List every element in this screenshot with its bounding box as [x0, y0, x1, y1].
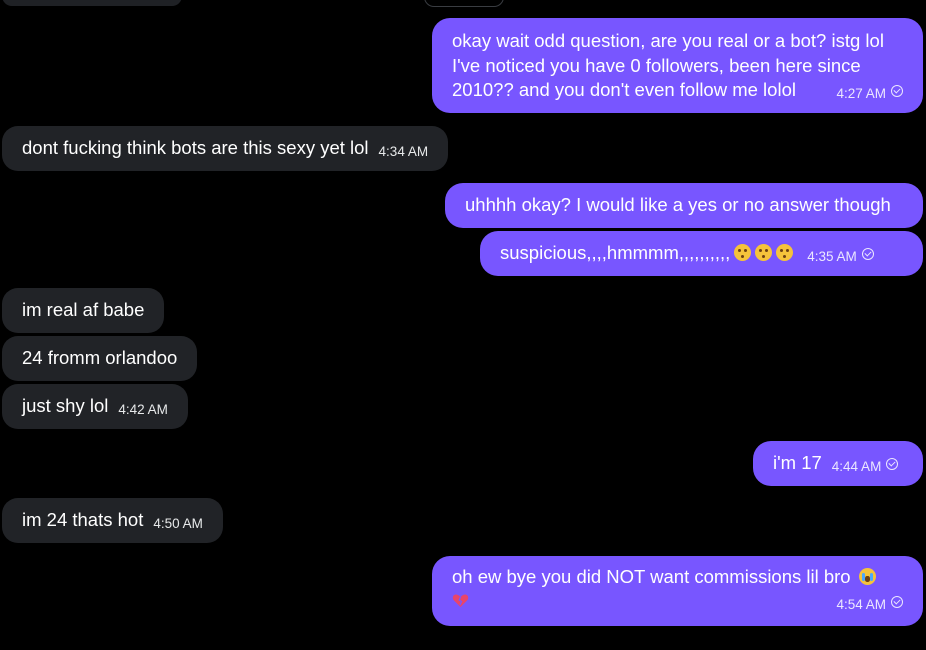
message-text: suspicious,,,,hmmmm,,,,,,,,,, [500, 242, 731, 263]
message-timestamp: 4:44 AM [831, 459, 882, 474]
partial-date-pill [424, 0, 504, 7]
message-outgoing[interactable]: i'm 17 4:44 AM [753, 441, 923, 486]
partial-incoming-bubble [2, 0, 182, 6]
thinking-face-icon [734, 244, 752, 261]
message-text-line: 2010?? and you don't even follow me lolo… [452, 78, 903, 103]
message-text: just shy lol [22, 395, 109, 416]
message-timestamp: 4:42 AM [118, 402, 168, 417]
message-incoming[interactable]: 24 fromm orlandoo [2, 336, 198, 381]
read-receipt-icon [891, 596, 903, 608]
message-incoming[interactable]: im real af babe [2, 288, 165, 333]
read-receipt-icon [891, 85, 903, 97]
message-text: dont fucking think bots are this sexy ye… [22, 137, 369, 158]
message-timestamp: 4:50 AM [153, 516, 203, 531]
message-timestamp: 4:27 AM [836, 86, 886, 101]
broken-heart-icon [452, 592, 469, 609]
message-text: 24 fromm orlandoo [22, 347, 178, 368]
crying-face-icon [858, 568, 876, 585]
read-receipt-icon [886, 458, 899, 470]
message-outgoing[interactable]: uhhhh okay? I would like a yes or no ans… [445, 183, 923, 228]
message-text-line: 4:54 AM [452, 589, 903, 613]
message-text: im real af babe [22, 299, 145, 320]
message-text: im 24 thats hot [22, 509, 144, 530]
message-incoming[interactable]: dont fucking think bots are this sexy ye… [2, 126, 449, 171]
message-incoming[interactable]: im 24 thats hot 4:50 AM [2, 498, 223, 543]
message-timestamp: 4:35 AM [807, 249, 857, 264]
message-incoming[interactable]: just shy lol 4:42 AM [2, 384, 188, 429]
read-receipt-icon [861, 248, 874, 260]
message-text-line: I've noticed you have 0 followers, been … [452, 54, 861, 76]
message-text: uhhhh okay? I would like a yes or no ans… [465, 194, 891, 215]
message-text: i'm 17 [773, 452, 822, 473]
message-text-line: okay wait odd question, are you real or … [452, 30, 884, 51]
message-outgoing[interactable]: suspicious,,,,hmmmm,,,,,,,,,, 4:35 AM [480, 231, 923, 276]
message-timestamp: 4:34 AM [378, 144, 429, 159]
thinking-face-icon [776, 244, 794, 261]
message-outgoing[interactable]: okay wait odd question, are you real or … [432, 18, 923, 113]
message-timestamp: 4:54 AM [836, 597, 886, 612]
thinking-face-icon [755, 244, 773, 261]
message-text-line: oh ew bye you did NOT want commissions l… [452, 565, 903, 589]
message-outgoing[interactable]: oh ew bye you did NOT want commissions l… [432, 556, 923, 626]
